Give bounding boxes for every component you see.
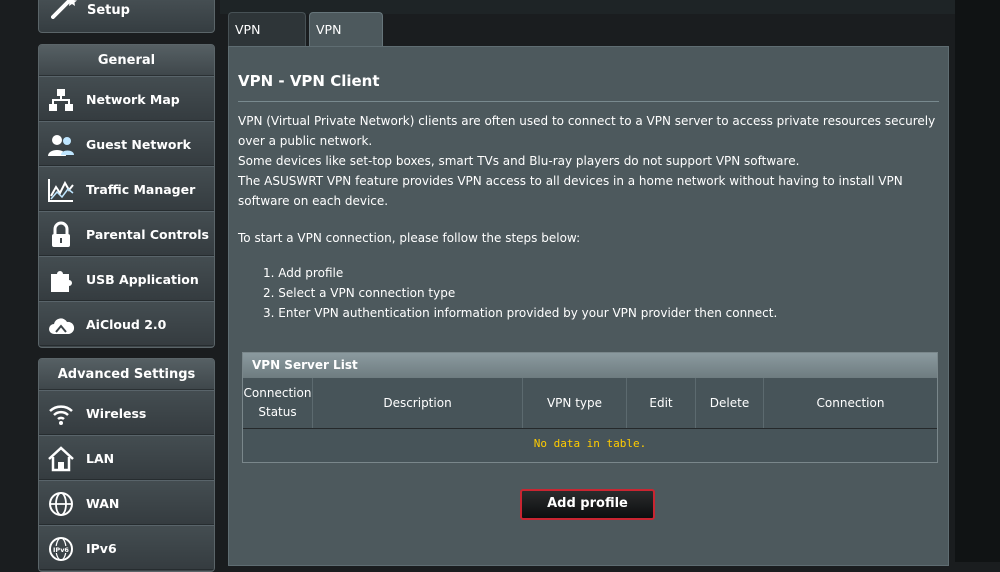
sidebar-general-header: General: [39, 45, 214, 76]
lock-icon: [52, 221, 70, 247]
column-header-delete: Delete: [696, 378, 764, 428]
page-title: VPN - VPN Client: [238, 72, 380, 90]
sidebar-item-label: WAN: [86, 496, 120, 511]
sidebar-item-aicloud[interactable]: AiCloud 2.0: [39, 301, 214, 346]
add-profile-button[interactable]: Add profile: [520, 489, 655, 520]
sidebar-item-lan[interactable]: LAN: [39, 435, 214, 480]
home-icon: [48, 446, 74, 472]
sidebar-item-label: IPv6: [86, 541, 117, 556]
sidebar-general-section: General Network Map Guest Network Traffi…: [38, 44, 215, 348]
tab-vpn-client[interactable]: VPN Client: [309, 12, 383, 71]
sidebar-item-label: LAN: [86, 451, 115, 466]
steps-list: 1. Add profile 2. Select a VPN connectio…: [263, 263, 777, 323]
ipv6-icon: IPv6: [49, 537, 73, 561]
title-divider: [238, 101, 939, 102]
table-title: VPN Server List: [243, 353, 937, 378]
traffic-manager-icon: [48, 179, 74, 202]
description-paragraph: The ASUSWRT VPN feature provides VPN acc…: [238, 174, 903, 208]
column-header-connection-status: Connection Status: [243, 378, 313, 428]
background-right: [955, 0, 1000, 562]
table-empty-message: No data in table.: [243, 428, 937, 462]
wifi-icon: [49, 405, 73, 425]
cloud-icon: [49, 318, 75, 334]
main-panel: VPN - VPN Client VPN (Virtual Private Ne…: [228, 46, 949, 566]
column-header-connection: Connection: [816, 395, 885, 410]
sidebar-item-label: Traffic Manager: [86, 182, 196, 197]
sidebar-item-network-map[interactable]: Network Map: [39, 76, 214, 121]
table-header-row: Connection Status Description VPN type E…: [243, 378, 937, 428]
quick-internet-setup-label: Quick Internet Setup: [87, 0, 192, 18]
steps-intro: To start a VPN connection, please follow…: [238, 231, 581, 245]
sidebar-item-label: Wireless: [86, 406, 147, 421]
vpn-server-list-table: VPN Server List Connection Status Descri…: [242, 352, 938, 463]
sidebar-item-ipv6[interactable]: IPv6 IPv6: [39, 525, 214, 570]
quick-internet-setup-button[interactable]: Quick Internet Setup: [38, 0, 215, 33]
puzzle-icon: [51, 271, 72, 292]
sidebar-item-label: AiCloud 2.0: [86, 317, 167, 332]
sidebar-item-traffic-manager[interactable]: Traffic Manager: [39, 166, 214, 211]
svg-text:IPv6: IPv6: [53, 546, 69, 554]
column-header-description: Description: [313, 378, 523, 428]
sidebar-item-label: Network Map: [86, 92, 180, 107]
sidebar-item-label: Parental Controls: [86, 227, 209, 242]
sidebar-advanced-section: Advanced Settings Wireless LAN WAN IPv6 …: [38, 358, 215, 572]
sidebar-item-label: Guest Network: [86, 137, 191, 152]
sidebar-item-parental-controls[interactable]: Parental Controls: [39, 211, 214, 256]
magic-wand-icon: [51, 0, 77, 19]
globe-icon: [49, 492, 73, 516]
description: VPN (Virtual Private Network) clients ar…: [238, 111, 938, 211]
sidebar-item-wireless[interactable]: Wireless: [39, 390, 214, 435]
step-item: 2. Select a VPN connection type: [263, 286, 456, 300]
column-header-edit: Edit: [627, 378, 696, 428]
guest-network-icon: [48, 135, 74, 156]
description-paragraph: Some devices like set-top boxes, smart T…: [238, 154, 800, 168]
step-item: 1. Add profile: [263, 266, 344, 280]
sidebar-item-guest-network[interactable]: Guest Network: [39, 121, 214, 166]
step-item: 3. Enter VPN authentication information …: [263, 306, 778, 320]
sidebar-item-usb-application[interactable]: USB Application: [39, 256, 214, 301]
sidebar-advanced-header: Advanced Settings: [39, 359, 214, 390]
network-map-icon: [49, 89, 73, 111]
description-paragraph: VPN (Virtual Private Network) clients ar…: [238, 114, 936, 148]
sidebar-item-label: USB Application: [86, 272, 199, 287]
tab-vpn-server[interactable]: VPN Server: [228, 12, 306, 71]
sidebar-item-wan[interactable]: WAN: [39, 480, 214, 525]
column-header-vpn-type: VPN type: [523, 378, 627, 428]
